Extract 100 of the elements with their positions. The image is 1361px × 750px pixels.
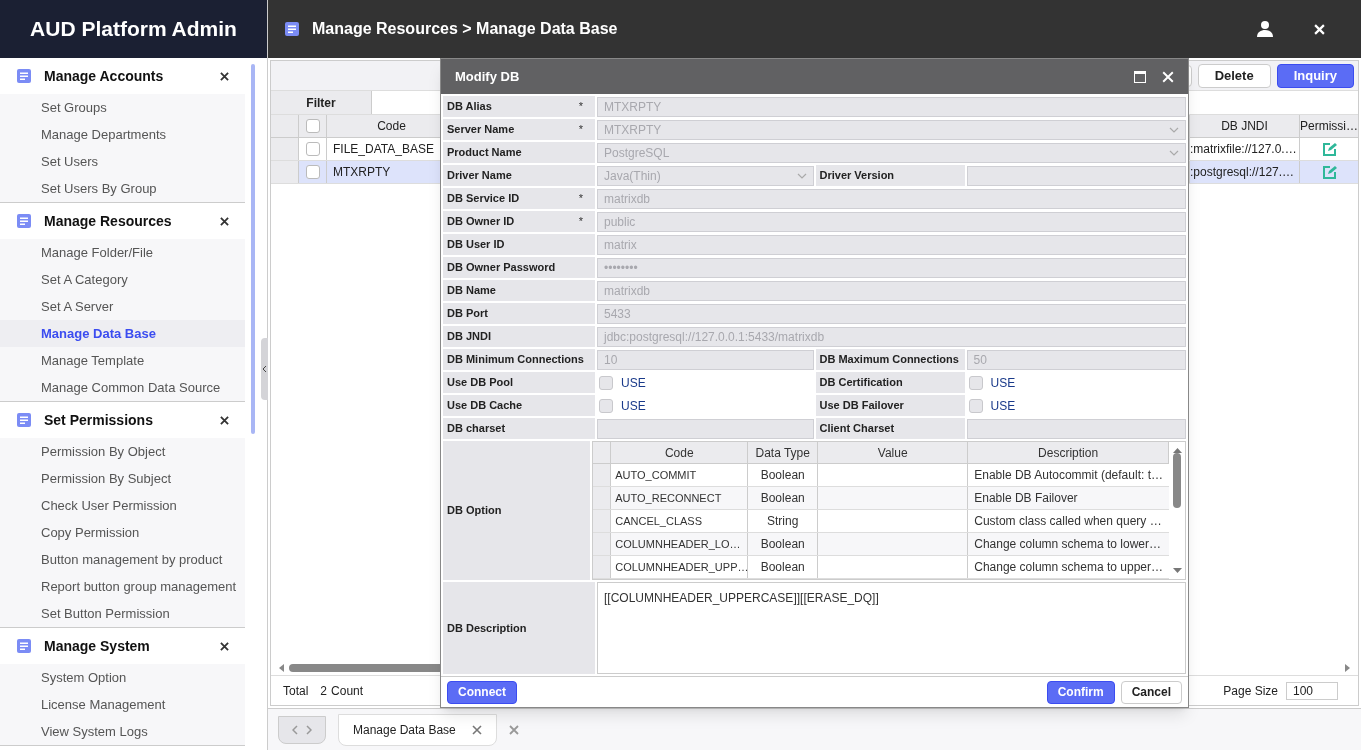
sidebar-item[interactable]: System Option: [0, 664, 245, 691]
delete-button[interactable]: Delete: [1197, 63, 1271, 88]
checkbox[interactable]: [968, 398, 983, 413]
edit-icon[interactable]: [1321, 164, 1337, 180]
row-header[interactable]: [271, 138, 299, 160]
checkbox[interactable]: [968, 375, 983, 390]
user-icon[interactable]: [1256, 20, 1274, 38]
chevron-right-icon[interactable]: [306, 724, 312, 735]
sidebar-item[interactable]: Manage Folder/File: [0, 239, 245, 266]
section-icon: [16, 213, 32, 229]
column-header[interactable]: Permissi…: [1300, 115, 1358, 137]
table-cell: COLUMNHEADER_UPP…: [611, 556, 749, 578]
required-mark: *: [578, 122, 583, 138]
description-field[interactable]: [[COLUMNHEADER_UPPERCASE]][[ERASE_DQ]]: [597, 582, 1186, 674]
sidebar-item[interactable]: Manage Data Base: [0, 320, 245, 347]
close-all-icon[interactable]: [508, 724, 519, 735]
table-cell: COLUMNHEADER_LO…: [611, 533, 749, 555]
close-icon[interactable]: [220, 415, 229, 425]
checkbox[interactable]: [599, 375, 613, 390]
collapse-handle[interactable]: [261, 338, 268, 400]
sidebar-item[interactable]: Permission By Subject: [0, 465, 245, 492]
table-cell-text: Custom class called when query …: [973, 513, 1163, 530]
caret-icon: [1169, 149, 1179, 156]
scroll-down-icon[interactable]: [1172, 568, 1182, 573]
section-icon: [16, 68, 32, 84]
scrollbar[interactable]: [251, 64, 255, 434]
sidebar-item[interactable]: Set Groups: [0, 94, 245, 121]
checkbox-label: USE: [621, 374, 646, 392]
sidebar-item[interactable]: Set A Server: [0, 293, 245, 320]
column-header[interactable]: DB JNDI: [1190, 115, 1300, 137]
checkbox[interactable]: [599, 398, 613, 413]
section-title[interactable]: Manage System: [44, 635, 208, 657]
sidebar-item[interactable]: Set Users By Group: [0, 175, 245, 202]
checkbox[interactable]: [305, 119, 320, 133]
sidebar-item[interactable]: Button management by product: [0, 546, 245, 573]
input-field[interactable]: [966, 418, 1186, 439]
table-cell: Boolean: [748, 556, 819, 578]
required-mark: *: [578, 99, 583, 115]
inquiry-button[interactable]: Inquiry: [1276, 63, 1354, 88]
field-label: DB charset: [447, 421, 506, 437]
breadcrumb: Manage Resources > Manage Data Base: [312, 19, 619, 39]
field-label: DB Alias: [447, 99, 492, 115]
input-field[interactable]: [597, 418, 814, 439]
row-header[interactable]: [593, 556, 612, 578]
field-label: Use DB Pool: [447, 375, 513, 391]
sidebar-item[interactable]: Permission By Object: [0, 438, 245, 465]
sidebar-item[interactable]: Manage Common Data Source: [0, 374, 245, 401]
row-header[interactable]: [271, 161, 299, 183]
field-label: DB Owner ID: [447, 214, 515, 230]
scrollbar[interactable]: [1173, 453, 1181, 508]
table-cell: :postgresql://127.…: [1190, 161, 1300, 183]
sidebar-item[interactable]: Check User Permission: [0, 492, 245, 519]
close-icon[interactable]: [220, 216, 229, 226]
field-label: Driver Version: [819, 168, 895, 184]
table-cell: AUTO_RECONNECT: [611, 487, 749, 509]
caret-icon: [796, 172, 807, 179]
sidebar-item[interactable]: Report button group management: [0, 573, 245, 600]
checkbox-label: USE: [621, 397, 646, 415]
checkbox[interactable]: [305, 165, 320, 179]
row-header[interactable]: [593, 464, 612, 486]
sidebar-item[interactable]: Set Users: [0, 148, 245, 175]
column-header[interactable]: Code: [611, 442, 749, 463]
sidebar-item[interactable]: Set A Category: [0, 266, 245, 293]
field-label: DB Owner Password: [447, 260, 556, 276]
chevron-left-icon[interactable]: [292, 724, 298, 735]
page-size-label: Page Size: [1223, 682, 1278, 700]
maximize-icon[interactable]: [1134, 70, 1146, 83]
total-label: Total: [283, 682, 309, 700]
section-title[interactable]: Set Permissions: [44, 409, 208, 431]
scroll-right-icon[interactable]: [1344, 664, 1350, 672]
checkbox[interactable]: [305, 142, 320, 156]
section-title[interactable]: Manage Resources: [44, 210, 208, 232]
table-cell: Boolean: [748, 464, 819, 486]
confirm-button[interactable]: Confirm: [1046, 680, 1115, 704]
input-field[interactable]: [966, 165, 1186, 186]
column-header[interactable]: Value: [818, 442, 969, 463]
sidebar-item[interactable]: Copy Permission: [0, 519, 245, 546]
close-icon[interactable]: [220, 71, 229, 81]
close-icon[interactable]: [220, 641, 229, 651]
scroll-left-icon[interactable]: [279, 664, 285, 672]
tab[interactable]: Manage Data Base: [338, 713, 497, 746]
row-header[interactable]: [593, 533, 612, 555]
connect-button[interactable]: Connect: [447, 680, 517, 704]
row-header[interactable]: [593, 487, 612, 509]
row-header[interactable]: [593, 510, 612, 532]
app-title: AUD Platform Admin: [30, 16, 237, 43]
tab-navigation[interactable]: [278, 715, 326, 744]
sidebar-item[interactable]: Manage Template: [0, 347, 245, 374]
sidebar-item[interactable]: Set Button Permission: [0, 600, 245, 627]
sidebar-item[interactable]: Manage Departments: [0, 121, 245, 148]
sidebar-item[interactable]: View System Logs: [0, 718, 245, 745]
edit-icon[interactable]: [1321, 141, 1337, 157]
page-size-field[interactable]: 100: [1286, 681, 1338, 700]
cancel-button[interactable]: Cancel: [1120, 680, 1182, 704]
sidebar-item[interactable]: License Management: [0, 691, 245, 718]
section-icon: [16, 638, 32, 654]
section-title[interactable]: Manage Accounts: [44, 65, 208, 87]
table-cell-text: Enable DB Failover: [973, 490, 1079, 507]
column-header[interactable]: Data Type: [748, 442, 819, 463]
column-header[interactable]: Description: [968, 442, 1169, 463]
